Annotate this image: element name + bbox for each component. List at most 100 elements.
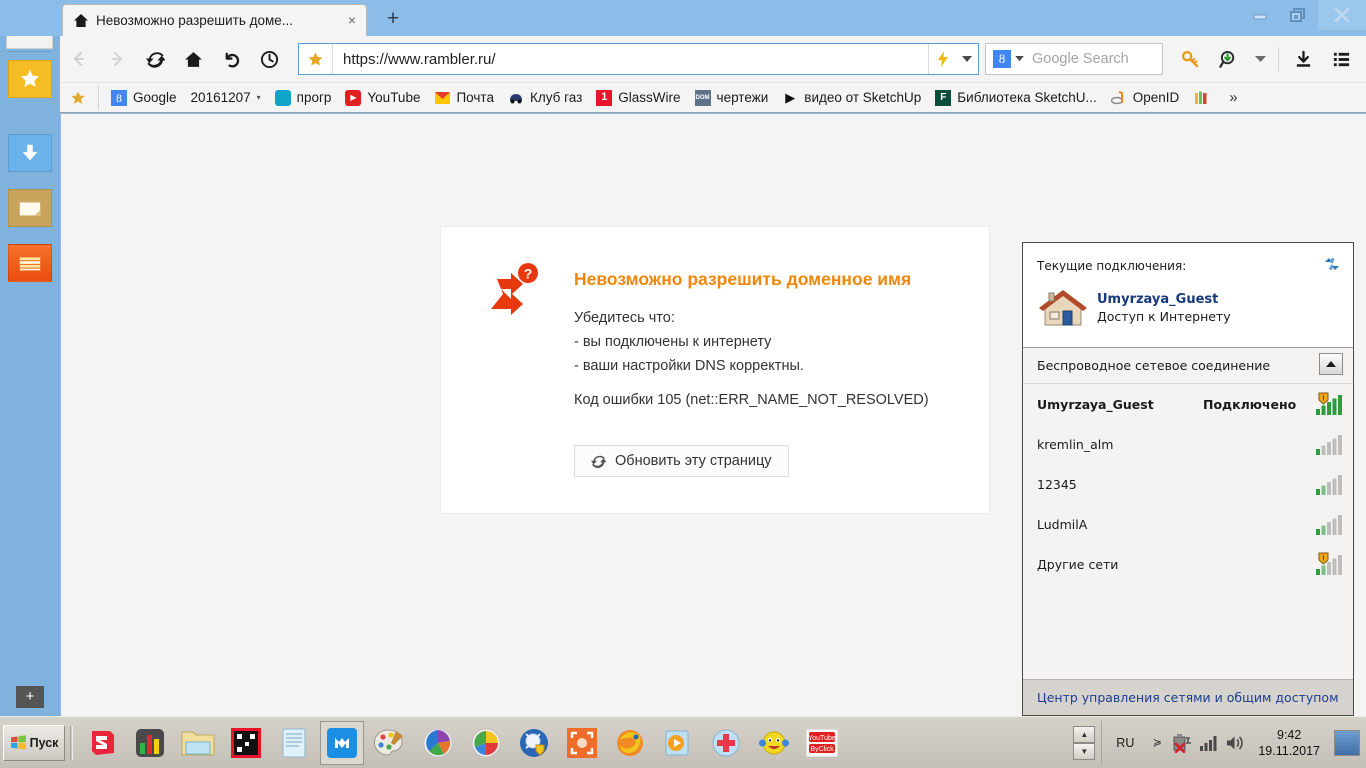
sidebar-add-button[interactable]: + (16, 686, 44, 708)
taskbar-item-qr-app[interactable] (224, 721, 268, 765)
password-manager-button[interactable] (1175, 44, 1205, 74)
openid-glyph (1111, 90, 1124, 104)
network-row-12345[interactable]: 12345 (1023, 464, 1353, 504)
bookmark-star-icon[interactable] (299, 44, 333, 74)
reload-button[interactable] (140, 44, 170, 74)
network-row-other-networks[interactable]: Другие сети ! (1023, 544, 1353, 584)
sidebar-item-favorites[interactable] (8, 60, 52, 98)
address-bar-text[interactable]: https://www.rambler.ru/ (333, 51, 928, 68)
bookmark-label: Почта (456, 90, 494, 105)
browser-tab[interactable]: Невозможно разрешить доме... × (62, 4, 367, 36)
bookmark-progr[interactable]: прогр (268, 86, 339, 110)
google-icon: 8 (993, 50, 1011, 68)
dns-error-card: ? Невозможно разрешить доменное имя Убед… (440, 226, 990, 514)
refresh-page-button[interactable]: Обновить эту страницу (574, 445, 789, 477)
tray-scroll-down-button[interactable]: ▼ (1073, 742, 1096, 760)
current-ssid[interactable]: Umyrzaya_Guest (1097, 292, 1231, 307)
bookmark-manager-star[interactable] (66, 86, 93, 110)
restore-button[interactable] (1278, 0, 1318, 30)
library-icon: F (935, 89, 952, 106)
show-desktop-button[interactable] (1334, 729, 1360, 756)
undo-close-tab-button[interactable] (216, 44, 246, 74)
refresh-networks-icon[interactable] (1323, 255, 1341, 273)
minimize-button[interactable] (1240, 0, 1280, 30)
taskbar-item-health-app[interactable] (704, 721, 748, 765)
language-indicator[interactable]: RU (1106, 736, 1144, 750)
bookmark-mail[interactable]: Почта (427, 86, 501, 110)
sidebar-item-notes[interactable] (8, 189, 52, 227)
bookmark-folder-20161207[interactable]: 20161207 ▾ (184, 86, 268, 110)
bookmark-sketchup-library[interactable]: F Библиотека SketchU... (928, 86, 1103, 110)
new-tab-button[interactable]: + (378, 6, 408, 32)
taskbar-item-media-player[interactable] (656, 721, 700, 765)
taskbar-item-notepad[interactable] (272, 721, 316, 765)
network-row-umyrzaya-guest[interactable]: Umyrzaya_Guest Подключено ! (1023, 384, 1353, 424)
battery-error-icon[interactable] (1170, 730, 1196, 756)
close-window-button[interactable] (1318, 0, 1366, 30)
home-button[interactable] (178, 44, 208, 74)
bookmark-books[interactable] (1186, 86, 1222, 110)
chevron-down-icon (1254, 55, 1266, 62)
sidebar-item-books[interactable] (8, 244, 52, 282)
current-connections-section: Текущие подключения: Umyrzaya_Guest Дост… (1023, 243, 1353, 348)
network-sharing-center-link[interactable]: Центр управления сетями и общим доступом (1037, 690, 1339, 705)
history-button[interactable] (254, 44, 284, 74)
address-bar[interactable]: https://www.rambler.ru/ (298, 43, 979, 75)
bookmark-sketchup-video[interactable]: ▶ видео от SketchUp (775, 86, 928, 110)
taskbar-divider (70, 725, 73, 760)
dom-icon: DOM (694, 89, 711, 106)
main-menu-button[interactable] (1326, 44, 1356, 74)
sidebar-item-downloads[interactable] (8, 134, 52, 172)
current-connection-row[interactable]: Umyrzaya_Guest Доступ к Интернету (1037, 285, 1231, 331)
collapse-section-button[interactable] (1319, 353, 1343, 375)
chevron-down-icon[interactable] (956, 44, 978, 74)
bookmarks-overflow-button[interactable]: » (1222, 86, 1244, 110)
bookmark-chertezhi[interactable]: DOM чертежи (688, 86, 776, 110)
svg-text:?: ? (524, 266, 533, 282)
signal-bars-icon (1316, 435, 1342, 455)
toolbar-extras-caret[interactable] (1251, 44, 1269, 74)
taskbar-item-maxthon[interactable] (320, 720, 364, 765)
network-row-kremlin-alm[interactable]: kremlin_alm (1023, 424, 1353, 464)
antivirus-shield-icon (520, 728, 548, 757)
network-row-ludmila[interactable]: LudmilA (1023, 504, 1353, 544)
bookmark-glasswire[interactable]: 1 GlassWire (589, 86, 687, 110)
bookmark-youtube[interactable]: ▶ YouTube (338, 86, 427, 110)
downloads-button[interactable] (1288, 44, 1318, 74)
taskbar-item-chart-app[interactable] (128, 721, 172, 765)
taskbar-item-antivirus[interactable] (512, 721, 556, 765)
lightning-icon[interactable] (928, 44, 956, 74)
back-button[interactable] (64, 44, 94, 74)
taskbar-item-explorer[interactable] (176, 721, 220, 765)
taskbar-item-sketchup[interactable] (80, 721, 124, 765)
close-icon (1334, 7, 1350, 23)
close-icon[interactable]: × (344, 12, 360, 29)
clock[interactable]: 9:42 19.11.2017 (1248, 727, 1330, 759)
svg-text:!: ! (1322, 556, 1324, 563)
search-box[interactable]: 8 Google Search (985, 43, 1163, 75)
taskbar-item-color-wheel[interactable] (464, 721, 508, 765)
bookmark-label: прогр (296, 90, 332, 105)
taskbar-item-screen-capture[interactable] (560, 721, 604, 765)
bookmark-google[interactable]: 8 Google (104, 86, 184, 110)
forward-button[interactable] (102, 44, 132, 74)
taskbar-item-paint[interactable] (368, 721, 412, 765)
chevron-down-icon[interactable] (1015, 56, 1024, 62)
taskbar-item-firefox[interactable] (608, 721, 652, 765)
network-state: Подключено (1203, 396, 1297, 412)
taskbar-item-youtube-byclick[interactable]: YouTube ByClick (800, 721, 844, 765)
tray-expand-icon[interactable]: ≽ (1144, 730, 1170, 756)
bookmark-klub-gaz[interactable]: Клуб газ (501, 86, 589, 110)
notepad-icon (282, 728, 306, 757)
bookmark-openid[interactable]: OpenID (1104, 86, 1187, 110)
error-hint-intro: Убедитесь что: (574, 310, 675, 326)
signal-bars-icon[interactable] (1196, 730, 1222, 756)
search-input[interactable]: Google Search (1024, 51, 1162, 67)
tray-scrollbar[interactable]: ▲ ▼ (1073, 723, 1096, 763)
volume-icon[interactable] (1222, 730, 1248, 756)
resource-sniffer-button[interactable] (1213, 44, 1243, 74)
start-button[interactable]: Пуск (3, 724, 65, 761)
tray-scroll-up-button[interactable]: ▲ (1073, 725, 1096, 743)
taskbar-item-smiley-app[interactable] (752, 721, 796, 765)
taskbar-item-picasa[interactable] (416, 721, 460, 765)
